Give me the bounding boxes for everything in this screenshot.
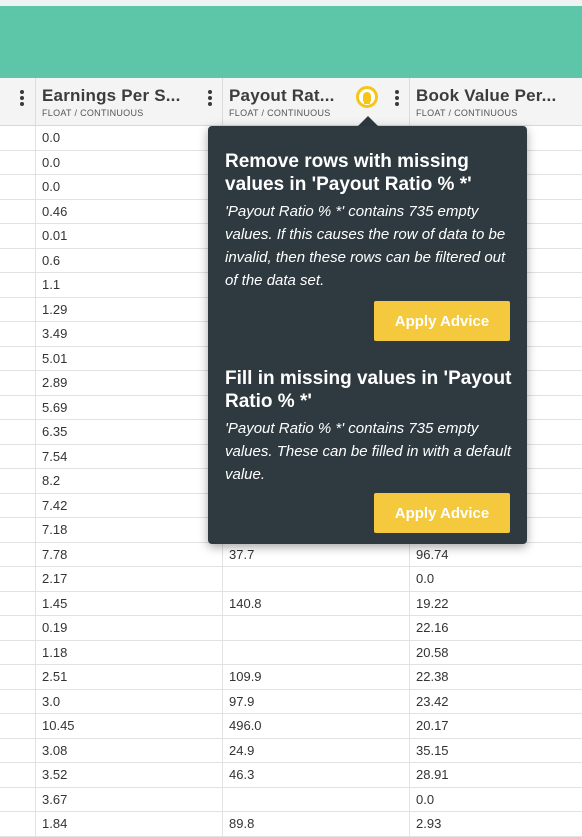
table-row: 1.84 89.8 2.93 (0, 812, 582, 837)
table-cell[interactable]: 6.35 (35, 420, 222, 444)
table-cell[interactable]: 1.45 (35, 591, 222, 615)
column-title: Earnings Per S... (42, 86, 181, 105)
table-cell[interactable]: 3.52 (35, 763, 222, 787)
column-type: FLOAT / CONTINUOUS (229, 108, 331, 118)
table-cell[interactable]: 3.67 (35, 787, 222, 811)
table-cell[interactable] (222, 640, 409, 664)
table-row: 3.52 46.3 28.91 (0, 763, 582, 788)
table-cell[interactable]: 46.3 (222, 763, 409, 787)
table-cell[interactable]: 0.0 (409, 787, 582, 811)
table-cell[interactable]: 109.9 (222, 665, 409, 689)
table-cell[interactable]: 35.15 (409, 738, 582, 762)
column-menu-icon[interactable] (16, 87, 28, 109)
table-cell[interactable]: 22.16 (409, 616, 582, 640)
lightbulb-icon[interactable] (356, 86, 378, 108)
advice-title: Remove rows with missing values in 'Payo… (225, 151, 472, 195)
table-cell[interactable]: 2.89 (35, 371, 222, 395)
table-cell[interactable]: 7.78 (35, 542, 222, 566)
advice-description: 'Payout Ratio % *' contains 735 empty va… (225, 420, 512, 483)
table-cell[interactable] (222, 787, 409, 811)
table-cell[interactable]: 0.0 (35, 175, 222, 199)
table-row: 2.17 0.0 (0, 567, 582, 592)
table-row: 1.45 140.8 19.22 (0, 591, 582, 616)
table-cell[interactable]: 0.6 (35, 248, 222, 272)
column-header-payout[interactable]: Payout Rat... FLOAT / CONTINUOUS (222, 78, 409, 125)
column-menu-icon[interactable] (578, 87, 582, 109)
column-menu-icon[interactable] (391, 87, 403, 109)
apply-advice-button[interactable]: Apply Advice (374, 493, 510, 533)
table-cell[interactable]: 2.51 (35, 665, 222, 689)
table-cell[interactable]: 10.45 (35, 714, 222, 738)
table-cell[interactable]: 20.58 (409, 640, 582, 664)
table-row: 10.45 496.0 20.17 (0, 714, 582, 739)
table-cell[interactable]: 19.22 (409, 591, 582, 615)
table-cell[interactable]: 1.29 (35, 297, 222, 321)
table-cell[interactable]: 1.18 (35, 640, 222, 664)
table-cell[interactable]: 96.74 (409, 542, 582, 566)
apply-advice-button[interactable]: Apply Advice (374, 301, 510, 341)
advice-item-remove-rows: Remove rows with missing values in 'Payo… (225, 150, 515, 292)
table-cell[interactable]: 7.54 (35, 444, 222, 468)
table-cell[interactable]: 2.93 (409, 812, 582, 836)
table-cell[interactable]: 8.2 (35, 469, 222, 493)
advice-title: Fill in missing values in 'Payout Ratio … (225, 368, 512, 412)
column-header-row: Earnings Per S... FLOAT / CONTINUOUS Pay… (0, 78, 582, 126)
table-cell[interactable]: 2.17 (35, 567, 222, 591)
table-cell[interactable]: 0.0 (35, 150, 222, 174)
advice-item-fill-values: Fill in missing values in 'Payout Ratio … (225, 367, 515, 486)
table-row: 7.78 37.7 96.74 (0, 542, 582, 567)
table-row: 3.08 24.9 35.15 (0, 738, 582, 763)
table-cell[interactable]: 22.38 (409, 665, 582, 689)
table-row: 2.51 109.9 22.38 (0, 665, 582, 690)
table-cell[interactable]: 89.8 (222, 812, 409, 836)
table-cell[interactable]: 0.01 (35, 224, 222, 248)
table-row: 3.0 97.9 23.42 (0, 689, 582, 714)
column-title: Payout Rat... (229, 86, 335, 105)
column-type: FLOAT / CONTINUOUS (42, 108, 144, 118)
table-cell[interactable]: 5.69 (35, 395, 222, 419)
table-cell[interactable]: 0.46 (35, 199, 222, 223)
table-cell[interactable]: 28.91 (409, 763, 582, 787)
column-header-earnings[interactable]: Earnings Per S... FLOAT / CONTINUOUS (35, 78, 222, 125)
table-cell[interactable]: 7.42 (35, 493, 222, 517)
table-cell[interactable]: 0.0 (35, 126, 222, 150)
column-header-book-value[interactable]: Book Value Per... FLOAT / CONTINUOUS (409, 78, 582, 125)
column-title: Book Value Per... (416, 86, 557, 105)
column-menu-icon[interactable] (204, 87, 216, 109)
table-cell[interactable]: 97.9 (222, 689, 409, 713)
table-cell[interactable]: 3.0 (35, 689, 222, 713)
table-cell[interactable]: 140.8 (222, 591, 409, 615)
table-cell[interactable]: 23.42 (409, 689, 582, 713)
table-cell[interactable]: 496.0 (222, 714, 409, 738)
table-cell[interactable]: 7.18 (35, 518, 222, 542)
table-row: 0.19 22.16 (0, 616, 582, 641)
advice-description: 'Payout Ratio % *' contains 735 empty va… (225, 203, 506, 289)
table-cell[interactable]: 1.1 (35, 273, 222, 297)
table-cell[interactable]: 3.49 (35, 322, 222, 346)
table-cell[interactable]: 37.7 (222, 542, 409, 566)
table-cell[interactable] (222, 616, 409, 640)
column-type: FLOAT / CONTINUOUS (416, 108, 518, 118)
table-cell[interactable]: 0.0 (409, 567, 582, 591)
advice-popover: Remove rows with missing values in 'Payo… (208, 126, 527, 544)
table-cell[interactable]: 24.9 (222, 738, 409, 762)
table-cell[interactable]: 3.08 (35, 738, 222, 762)
table-row: 3.67 0.0 (0, 787, 582, 812)
table-cell[interactable]: 1.84 (35, 812, 222, 836)
table-row: 1.18 20.58 (0, 640, 582, 665)
table-cell[interactable]: 20.17 (409, 714, 582, 738)
table-cell[interactable]: 5.01 (35, 346, 222, 370)
table-cell[interactable] (222, 567, 409, 591)
table-cell[interactable]: 0.19 (35, 616, 222, 640)
top-bar (0, 0, 582, 78)
